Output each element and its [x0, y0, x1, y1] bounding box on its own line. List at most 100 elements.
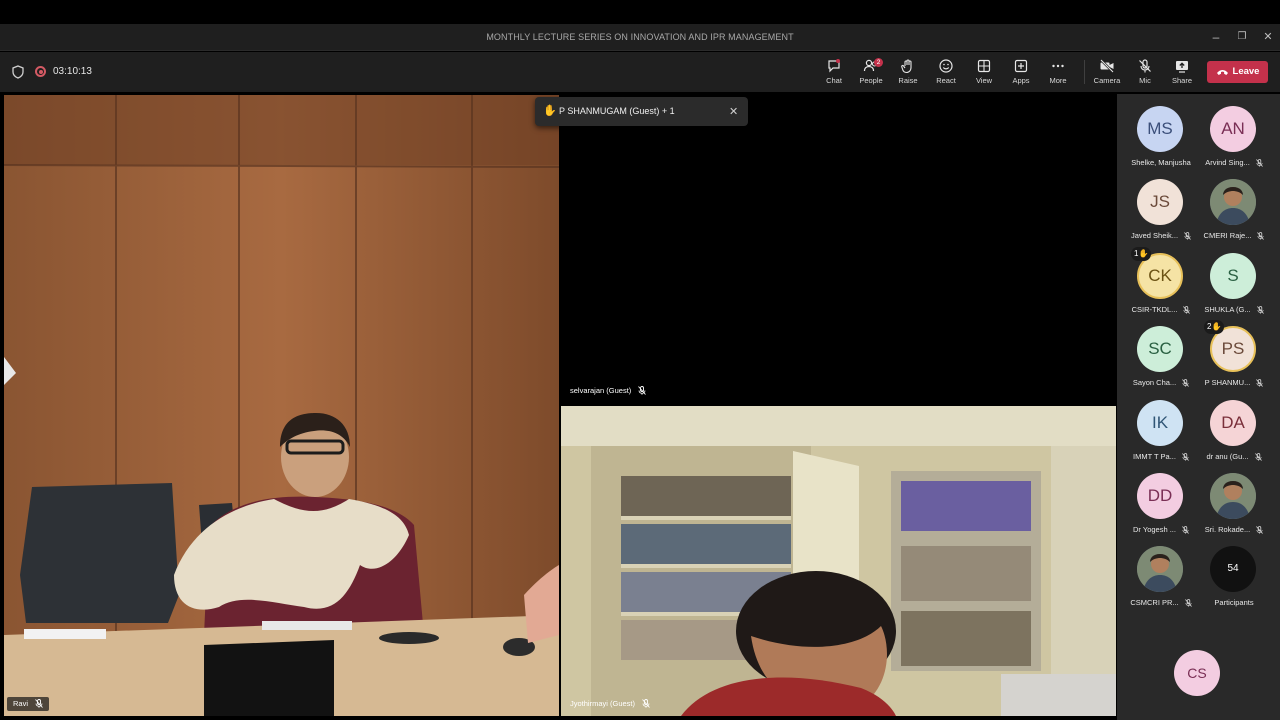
- notification-text: P SHANMUGAM (Guest) + 1: [559, 106, 675, 116]
- roster-participant[interactable]: CK 1✋ CSIR-TKDL...: [1125, 241, 1197, 314]
- mic-off-icon: [35, 699, 43, 708]
- participant-name: P SHANMU...: [1198, 378, 1270, 387]
- participant-name: CSMCRI PR...: [1125, 598, 1197, 607]
- participant-photo: [1210, 473, 1256, 519]
- close-window-icon[interactable]: ✕: [1258, 29, 1278, 45]
- hang-up-icon: [1216, 70, 1228, 75]
- view-label: View: [975, 76, 993, 85]
- participant-name-text: CSMCRI PR...: [1130, 598, 1179, 608]
- roster-participant[interactable]: 54 Participants: [1198, 534, 1270, 607]
- participant-name-text: Sri. Rokade...: [1204, 525, 1251, 534]
- roster-participant[interactable]: Sri. Rokade...: [1198, 461, 1270, 534]
- participant-name: Dr Yogesh ...: [1125, 525, 1197, 534]
- jyothirmayi-video-feed: [561, 406, 1116, 716]
- dismiss-notification-icon[interactable]: ✕: [729, 105, 738, 118]
- camera-button[interactable]: Camera: [1089, 56, 1125, 88]
- avatar-photo: [1210, 473, 1256, 519]
- participant-name: CSIR-TKDL...: [1125, 305, 1197, 314]
- mic-off-icon: [1257, 232, 1265, 241]
- roster-participant[interactable]: DD Dr Yogesh ...: [1125, 461, 1197, 534]
- ravi-video-feed: [4, 95, 559, 716]
- roster-participant[interactable]: IK IMMT T Pa...: [1125, 388, 1197, 461]
- camera-off-icon: [1100, 59, 1114, 73]
- raised-hand-icon: ✋: [543, 105, 557, 117]
- leave-button[interactable]: Leave: [1207, 61, 1268, 83]
- mic-off-icon: [1255, 159, 1263, 167]
- restore-icon[interactable]: ❐: [1232, 29, 1252, 45]
- apps-label: Apps: [1012, 76, 1030, 85]
- participant-avatar: MS: [1137, 106, 1183, 152]
- view-button[interactable]: View: [966, 56, 1002, 88]
- meeting-toolbar: 03:10:13 Chat 2 People Raise React View …: [0, 52, 1280, 92]
- participant-name-text: P SHANMU...: [1204, 378, 1251, 388]
- participant-name: Participants: [1198, 598, 1270, 607]
- tile-name-ravi: Ravi: [7, 697, 50, 711]
- roster-participant[interactable]: CSMCRI PR...: [1125, 534, 1197, 607]
- mic-off-icon: [1184, 232, 1191, 241]
- roster-participant[interactable]: JS Javed Sheik...: [1125, 167, 1197, 241]
- mic-off-icon: [1182, 452, 1189, 461]
- minimize-icon[interactable]: –: [1206, 29, 1226, 45]
- roster-participant[interactable]: DA dr anu (Gu...: [1198, 388, 1270, 461]
- tile-name-jyothirmayi: Jyothirmayi (Guest): [564, 697, 656, 711]
- people-label: People: [859, 76, 883, 85]
- raised-hand-icon: ✋: [1138, 248, 1149, 258]
- roster-participant[interactable]: MS Shelke, Manjusha: [1125, 94, 1197, 167]
- participant-name: CMERI Raje...: [1198, 231, 1270, 240]
- chat-label: Chat: [826, 76, 842, 85]
- grid-view-icon: [977, 59, 991, 73]
- people-button[interactable]: 2 People: [853, 56, 889, 88]
- participant-photo: [1210, 179, 1256, 226]
- mic-button[interactable]: Mic: [1127, 56, 1163, 88]
- participant-avatar: S: [1210, 252, 1256, 299]
- more-label: More: [1049, 76, 1067, 85]
- self-participant[interactable]: CS: [1162, 638, 1234, 708]
- raise-hand-button[interactable]: Raise: [890, 56, 926, 88]
- mic-off-icon: [638, 386, 647, 395]
- recording-icon: [35, 66, 46, 77]
- participant-avatar: JS: [1137, 179, 1183, 226]
- self-avatar: CS: [1174, 650, 1220, 696]
- more-dots-icon: [1052, 64, 1064, 68]
- window-title-bar: MONTHLY LECTURE SERIES ON INNOVATION AND…: [0, 24, 1280, 51]
- smiley-icon: [939, 59, 953, 73]
- participant-name-text: SHUKLA (G...: [1204, 304, 1251, 314]
- camera-label: Camera: [1093, 76, 1121, 85]
- avatar-photo: [1137, 546, 1183, 593]
- apps-button[interactable]: Apps: [1003, 56, 1039, 88]
- mic-off-icon: [1256, 526, 1264, 534]
- share-button[interactable]: Share: [1164, 56, 1200, 88]
- participant-avatar: DD: [1137, 473, 1183, 519]
- video-tile-jyothirmayi[interactable]: Jyothirmayi (Guest): [561, 406, 1116, 716]
- video-tile-selvarajan[interactable]: selvarajan (Guest): [561, 95, 1116, 403]
- participant-name-text: IMMT T Pa...: [1133, 451, 1176, 461]
- mic-off-icon: [1254, 452, 1262, 461]
- participant-name-text: Participants: [1214, 598, 1254, 608]
- participant-photo: [1137, 546, 1183, 593]
- roster-participant[interactable]: SC Sayon Cha...: [1125, 314, 1197, 388]
- roster-participant[interactable]: PS 2✋ P SHANMU...: [1198, 314, 1270, 387]
- participant-roster: MS Shelke, Manjusha AN Arvind Sing... JS Jave…: [1117, 94, 1280, 720]
- mic-off-icon: [1182, 526, 1189, 534]
- raise-label: Raise: [898, 76, 918, 85]
- mic-off-icon: [1183, 305, 1191, 314]
- react-button[interactable]: React: [928, 56, 964, 88]
- participant-name-text: Sayon Cha...: [1132, 378, 1177, 388]
- roster-participant[interactable]: CMERI Raje...: [1198, 167, 1270, 240]
- roster-participant[interactable]: S SHUKLA (G...: [1198, 241, 1270, 314]
- participant-avatar: SC: [1137, 326, 1183, 373]
- video-tile-ravi[interactable]: Ravi: [4, 95, 559, 716]
- participant-name: SHUKLA (G...: [1198, 305, 1270, 314]
- chat-button[interactable]: Chat: [816, 56, 852, 88]
- participant-avatar: DA: [1210, 399, 1256, 446]
- participant-name-text: dr anu (Gu...: [1206, 451, 1249, 461]
- toolbar-divider: [1084, 60, 1085, 84]
- roster-participant[interactable]: AN Arvind Sing...: [1198, 94, 1270, 167]
- teams-meeting-window: MONTHLY LECTURE SERIES ON INNOVATION AND…: [0, 0, 1280, 720]
- participant-name-text: CSIR-TKDL...: [1131, 304, 1178, 314]
- participant-avatar: AN: [1210, 106, 1256, 152]
- raised-hand-notification[interactable]: ✋ P SHANMUGAM (Guest) + 1 ✕: [535, 97, 748, 126]
- mic-off-icon: [1184, 599, 1192, 608]
- participant-name: dr anu (Gu...: [1198, 452, 1270, 461]
- more-button[interactable]: More: [1040, 56, 1076, 88]
